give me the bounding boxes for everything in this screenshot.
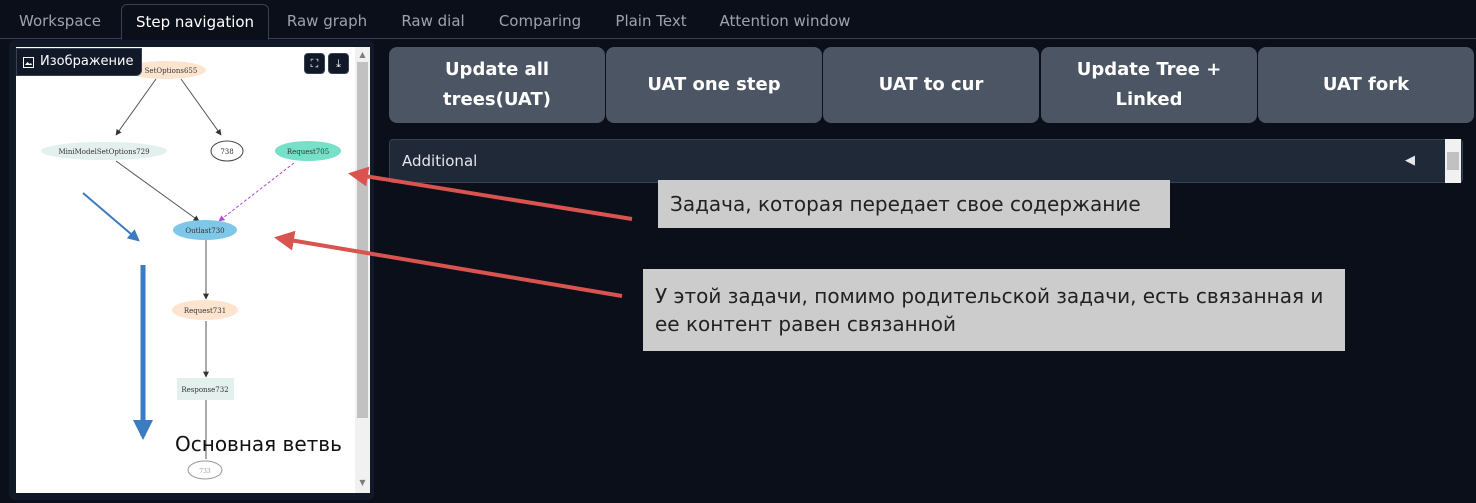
red-arrow-linked-task	[274, 230, 623, 298]
blue-arrow-diagonal	[82, 192, 140, 242]
red-arrow-task-transfer	[348, 166, 633, 221]
annotation-overlay	[82, 166, 633, 440]
